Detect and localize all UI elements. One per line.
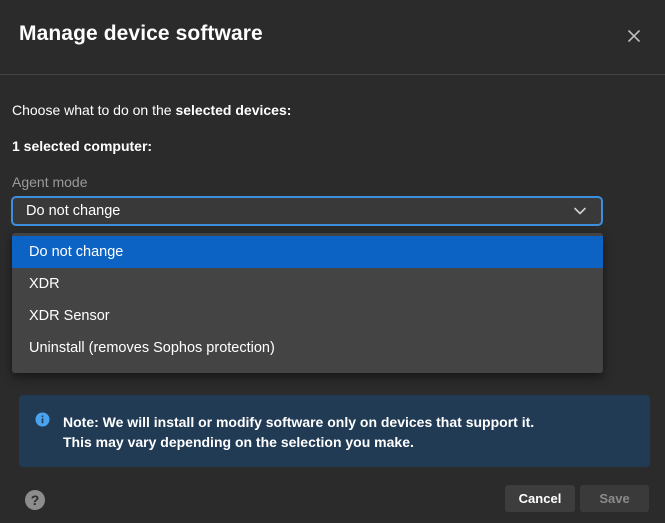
intro-prefix: Choose what to do on the bbox=[12, 102, 176, 118]
agent-mode-label: Agent mode bbox=[12, 174, 88, 190]
close-icon bbox=[628, 30, 640, 42]
close-button[interactable] bbox=[624, 26, 644, 46]
manage-device-software-dialog: Manage device software Choose what to do… bbox=[0, 0, 665, 523]
dialog-header: Manage device software bbox=[0, 0, 665, 75]
agent-mode-dropdown: Do not change XDR XDR Sensor Uninstall (… bbox=[12, 233, 603, 373]
option-xdr[interactable]: XDR bbox=[12, 268, 603, 300]
selected-count: 1 selected computer: bbox=[12, 138, 153, 154]
chevron-down-icon bbox=[574, 207, 586, 215]
agent-mode-value: Do not change bbox=[26, 203, 121, 219]
option-xdr-sensor[interactable]: XDR Sensor bbox=[12, 300, 603, 332]
note-text: Note: We will install or modify software… bbox=[63, 412, 534, 452]
svg-text:?: ? bbox=[31, 492, 40, 508]
help-icon: ? bbox=[25, 490, 45, 510]
intro-text: Choose what to do on the selected device… bbox=[12, 102, 291, 118]
intro-emphasis: selected devices: bbox=[175, 102, 292, 118]
info-note: Note: We will install or modify software… bbox=[19, 395, 650, 467]
note-line-2: This may vary depending on the selection… bbox=[63, 434, 414, 450]
cancel-button[interactable]: Cancel bbox=[505, 485, 575, 512]
help-button[interactable]: ? bbox=[24, 489, 46, 511]
note-line-1: Note: We will install or modify software… bbox=[63, 414, 535, 430]
option-uninstall[interactable]: Uninstall (removes Sophos protection) bbox=[12, 332, 603, 364]
dialog-title: Manage device software bbox=[19, 22, 263, 45]
agent-mode-select[interactable]: Do not change bbox=[11, 196, 603, 226]
option-do-not-change[interactable]: Do not change bbox=[12, 236, 603, 268]
save-button[interactable]: Save bbox=[580, 485, 649, 512]
info-icon bbox=[35, 412, 50, 427]
